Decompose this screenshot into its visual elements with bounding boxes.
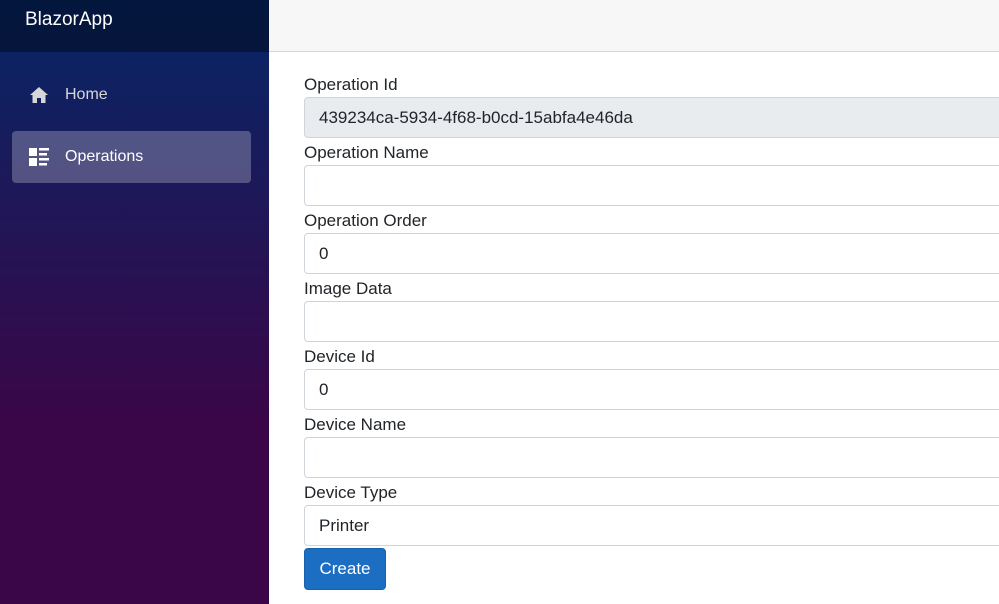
home-icon xyxy=(29,85,49,105)
field-operation-order: Operation Order 0 xyxy=(304,208,999,274)
image-data-input[interactable] xyxy=(304,301,999,342)
list-icon xyxy=(29,147,49,167)
device-type-input[interactable]: Printer xyxy=(304,505,999,546)
field-label: Operation Name xyxy=(304,143,429,162)
field-label: Device Id xyxy=(304,347,375,366)
operation-name-input[interactable] xyxy=(304,165,999,206)
field-operation-name: Operation Name xyxy=(304,140,999,206)
nav-item-operations[interactable]: Operations xyxy=(12,131,251,183)
field-device-id: Device Id 0 xyxy=(304,344,999,410)
brand-link[interactable]: BlazorApp xyxy=(25,9,113,31)
nav-item-label: Operations xyxy=(65,148,144,165)
field-label: Device Name xyxy=(304,415,407,434)
field-device-type: Device Type Printer xyxy=(304,480,999,546)
sidebar: BlazorApp Home Operations xyxy=(0,0,269,604)
field-label: Operation Id xyxy=(304,75,398,94)
brand-bar: BlazorApp xyxy=(0,0,269,52)
field-image-data: Image Data xyxy=(304,276,999,342)
field-label: Operation Order xyxy=(304,211,427,230)
nav-item-label: Home xyxy=(65,86,108,103)
device-id-input[interactable]: 0 xyxy=(304,369,999,410)
field-label: Device Type xyxy=(304,483,398,502)
app-root: BlazorApp Home Operations Operation Id 4… xyxy=(0,0,999,604)
operation-id-input[interactable]: 439234ca-5934-4f68-b0cd-15abfa4e46da xyxy=(304,97,999,138)
field-operation-id: Operation Id 439234ca-5934-4f68-b0cd-15a… xyxy=(304,72,999,138)
field-label: Image Data xyxy=(304,279,392,298)
operation-order-input[interactable]: 0 xyxy=(304,233,999,274)
operation-form: Operation Id 439234ca-5934-4f68-b0cd-15a… xyxy=(304,72,999,590)
nav-item-home[interactable]: Home xyxy=(12,69,251,121)
device-name-input[interactable] xyxy=(304,437,999,478)
field-device-name: Device Name xyxy=(304,412,999,478)
top-row xyxy=(269,0,999,52)
nav-menu: Home Operations xyxy=(0,69,269,183)
create-button[interactable]: Create xyxy=(304,548,386,590)
